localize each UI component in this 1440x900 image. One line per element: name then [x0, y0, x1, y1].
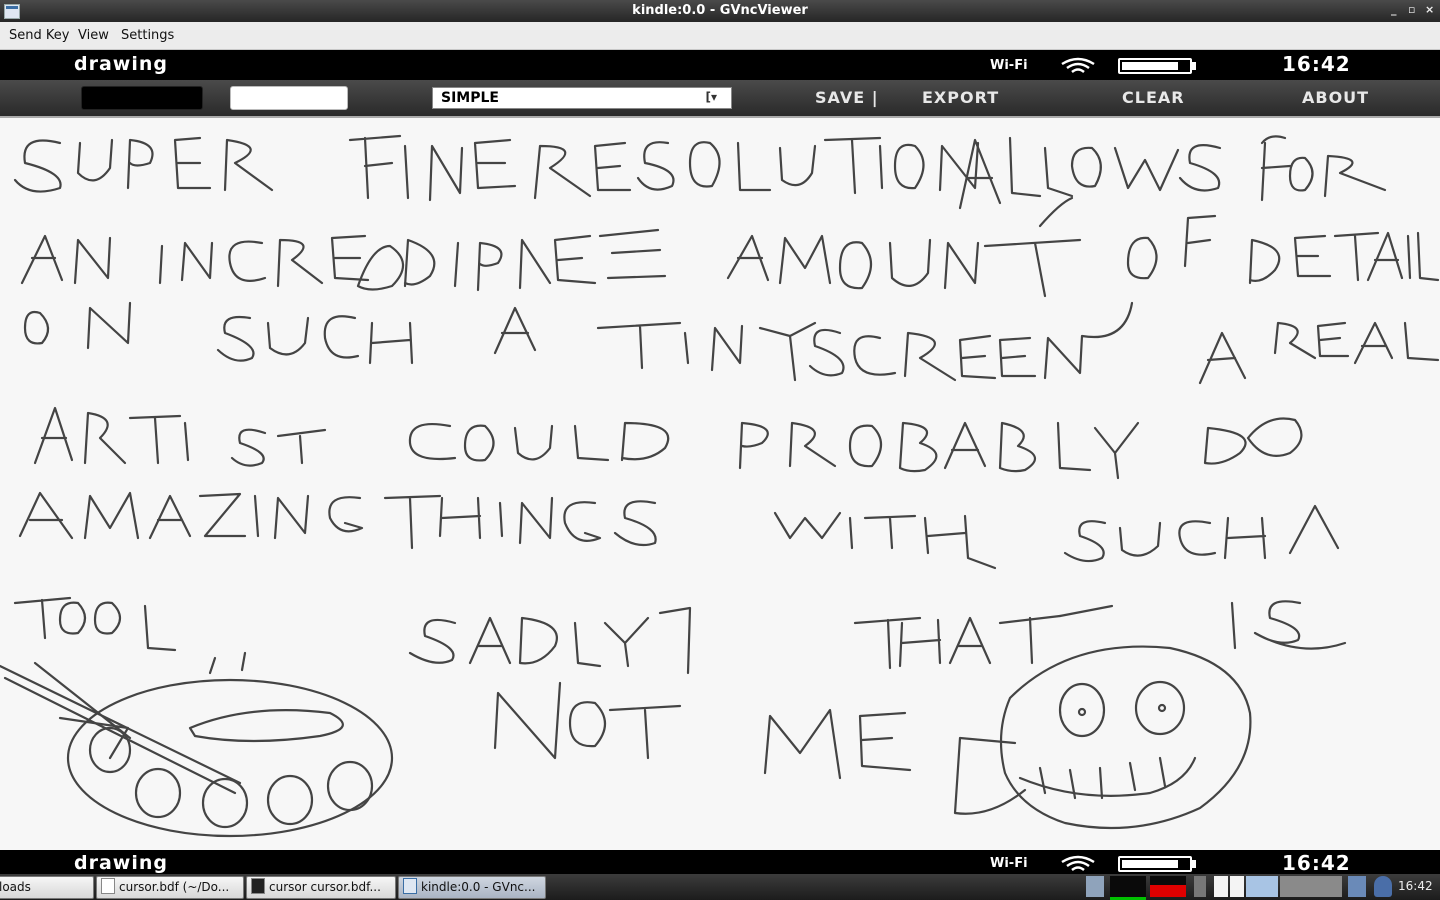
brush-select-value: SIMPLE [441, 90, 499, 106]
kindle-app-title-bottom: drawing [74, 852, 168, 874]
drawing-toolbar: SIMPLE [▾ SAVE | EXPORT CLEAR ABOUT [0, 80, 1440, 118]
taskbar-item-gvncviewer[interactable]: kindle:0.0 - GVnc... [398, 876, 546, 899]
color-black-button[interactable] [81, 86, 203, 110]
taskbar-item-label: cursor.bdf (~/Do... [119, 880, 230, 894]
color-white-button[interactable] [230, 86, 348, 110]
drawing-canvas[interactable] [0, 118, 1440, 850]
text-file-icon [101, 878, 115, 894]
taskbar-item-label: cursor cursor.bdf... [269, 880, 381, 894]
battery-icon [1118, 856, 1196, 872]
kindle-bottom-status-bar: drawing Wi-Fi 16:42 [0, 850, 1440, 876]
network-tray-icon[interactable] [1086, 876, 1104, 897]
save-button[interactable]: SAVE | [815, 88, 879, 107]
kindle-app-title: drawing [74, 53, 168, 75]
kindle-clock-bottom: 16:42 [1282, 851, 1351, 875]
chevron-down-icon: [▾ [705, 90, 717, 104]
taskbar-item-cursor-terminal[interactable]: cursor cursor.bdf... [246, 876, 396, 899]
handwriting-strokes [0, 134, 1440, 838]
cpu-graph [1150, 876, 1186, 897]
brush-select[interactable]: SIMPLE [▾ [432, 87, 732, 109]
about-button[interactable]: ABOUT [1302, 88, 1369, 107]
battery-icon [1118, 58, 1196, 74]
taskbar-clock: 16:42 [1398, 879, 1433, 893]
window-titlebar: kindle:0.0 - GVncViewer _ ▫ × [0, 0, 1440, 22]
maximize-button[interactable]: ▫ [1408, 3, 1415, 16]
workspace-3[interactable] [1246, 876, 1278, 897]
taskbar-item-downloads[interactable]: loads [0, 876, 94, 899]
network-graph [1110, 876, 1146, 900]
workspace-2[interactable] [1230, 876, 1244, 897]
shield-icon[interactable] [1374, 876, 1392, 897]
window-title: kindle:0.0 - GVncViewer [632, 3, 808, 18]
menu-settings[interactable]: Settings [121, 28, 174, 43]
kindle-clock: 16:42 [1282, 52, 1351, 76]
search-icon[interactable] [1348, 876, 1366, 897]
minimize-button[interactable]: _ [1391, 3, 1397, 16]
workspace-4[interactable] [1280, 876, 1342, 897]
taskbar-item-label: kindle:0.0 - GVnc... [421, 880, 536, 894]
close-button[interactable]: × [1425, 3, 1434, 16]
wifi-icon [1061, 57, 1095, 74]
kindle-status-bar: drawing Wi-Fi 16:42 [0, 50, 1440, 80]
volume-icon[interactable] [1194, 876, 1206, 897]
taskbar: loads cursor.bdf (~/Do... cursor cursor.… [0, 874, 1440, 900]
export-button[interactable]: EXPORT [922, 88, 999, 107]
window-icon [403, 878, 417, 894]
menubar: Send Key View Settings [0, 22, 1440, 50]
wifi-label: Wi-Fi [990, 58, 1028, 73]
terminal-icon [251, 878, 265, 894]
taskbar-item-label: loads [0, 880, 31, 894]
wifi-label-bottom: Wi-Fi [990, 856, 1028, 871]
taskbar-item-cursor-editor[interactable]: cursor.bdf (~/Do... [96, 876, 244, 899]
workspace-1[interactable] [1214, 876, 1228, 897]
clear-button[interactable]: CLEAR [1122, 88, 1185, 107]
menu-view[interactable]: View [78, 28, 109, 43]
menu-send-key[interactable]: Send Key [9, 28, 69, 43]
wifi-icon [1061, 855, 1095, 872]
